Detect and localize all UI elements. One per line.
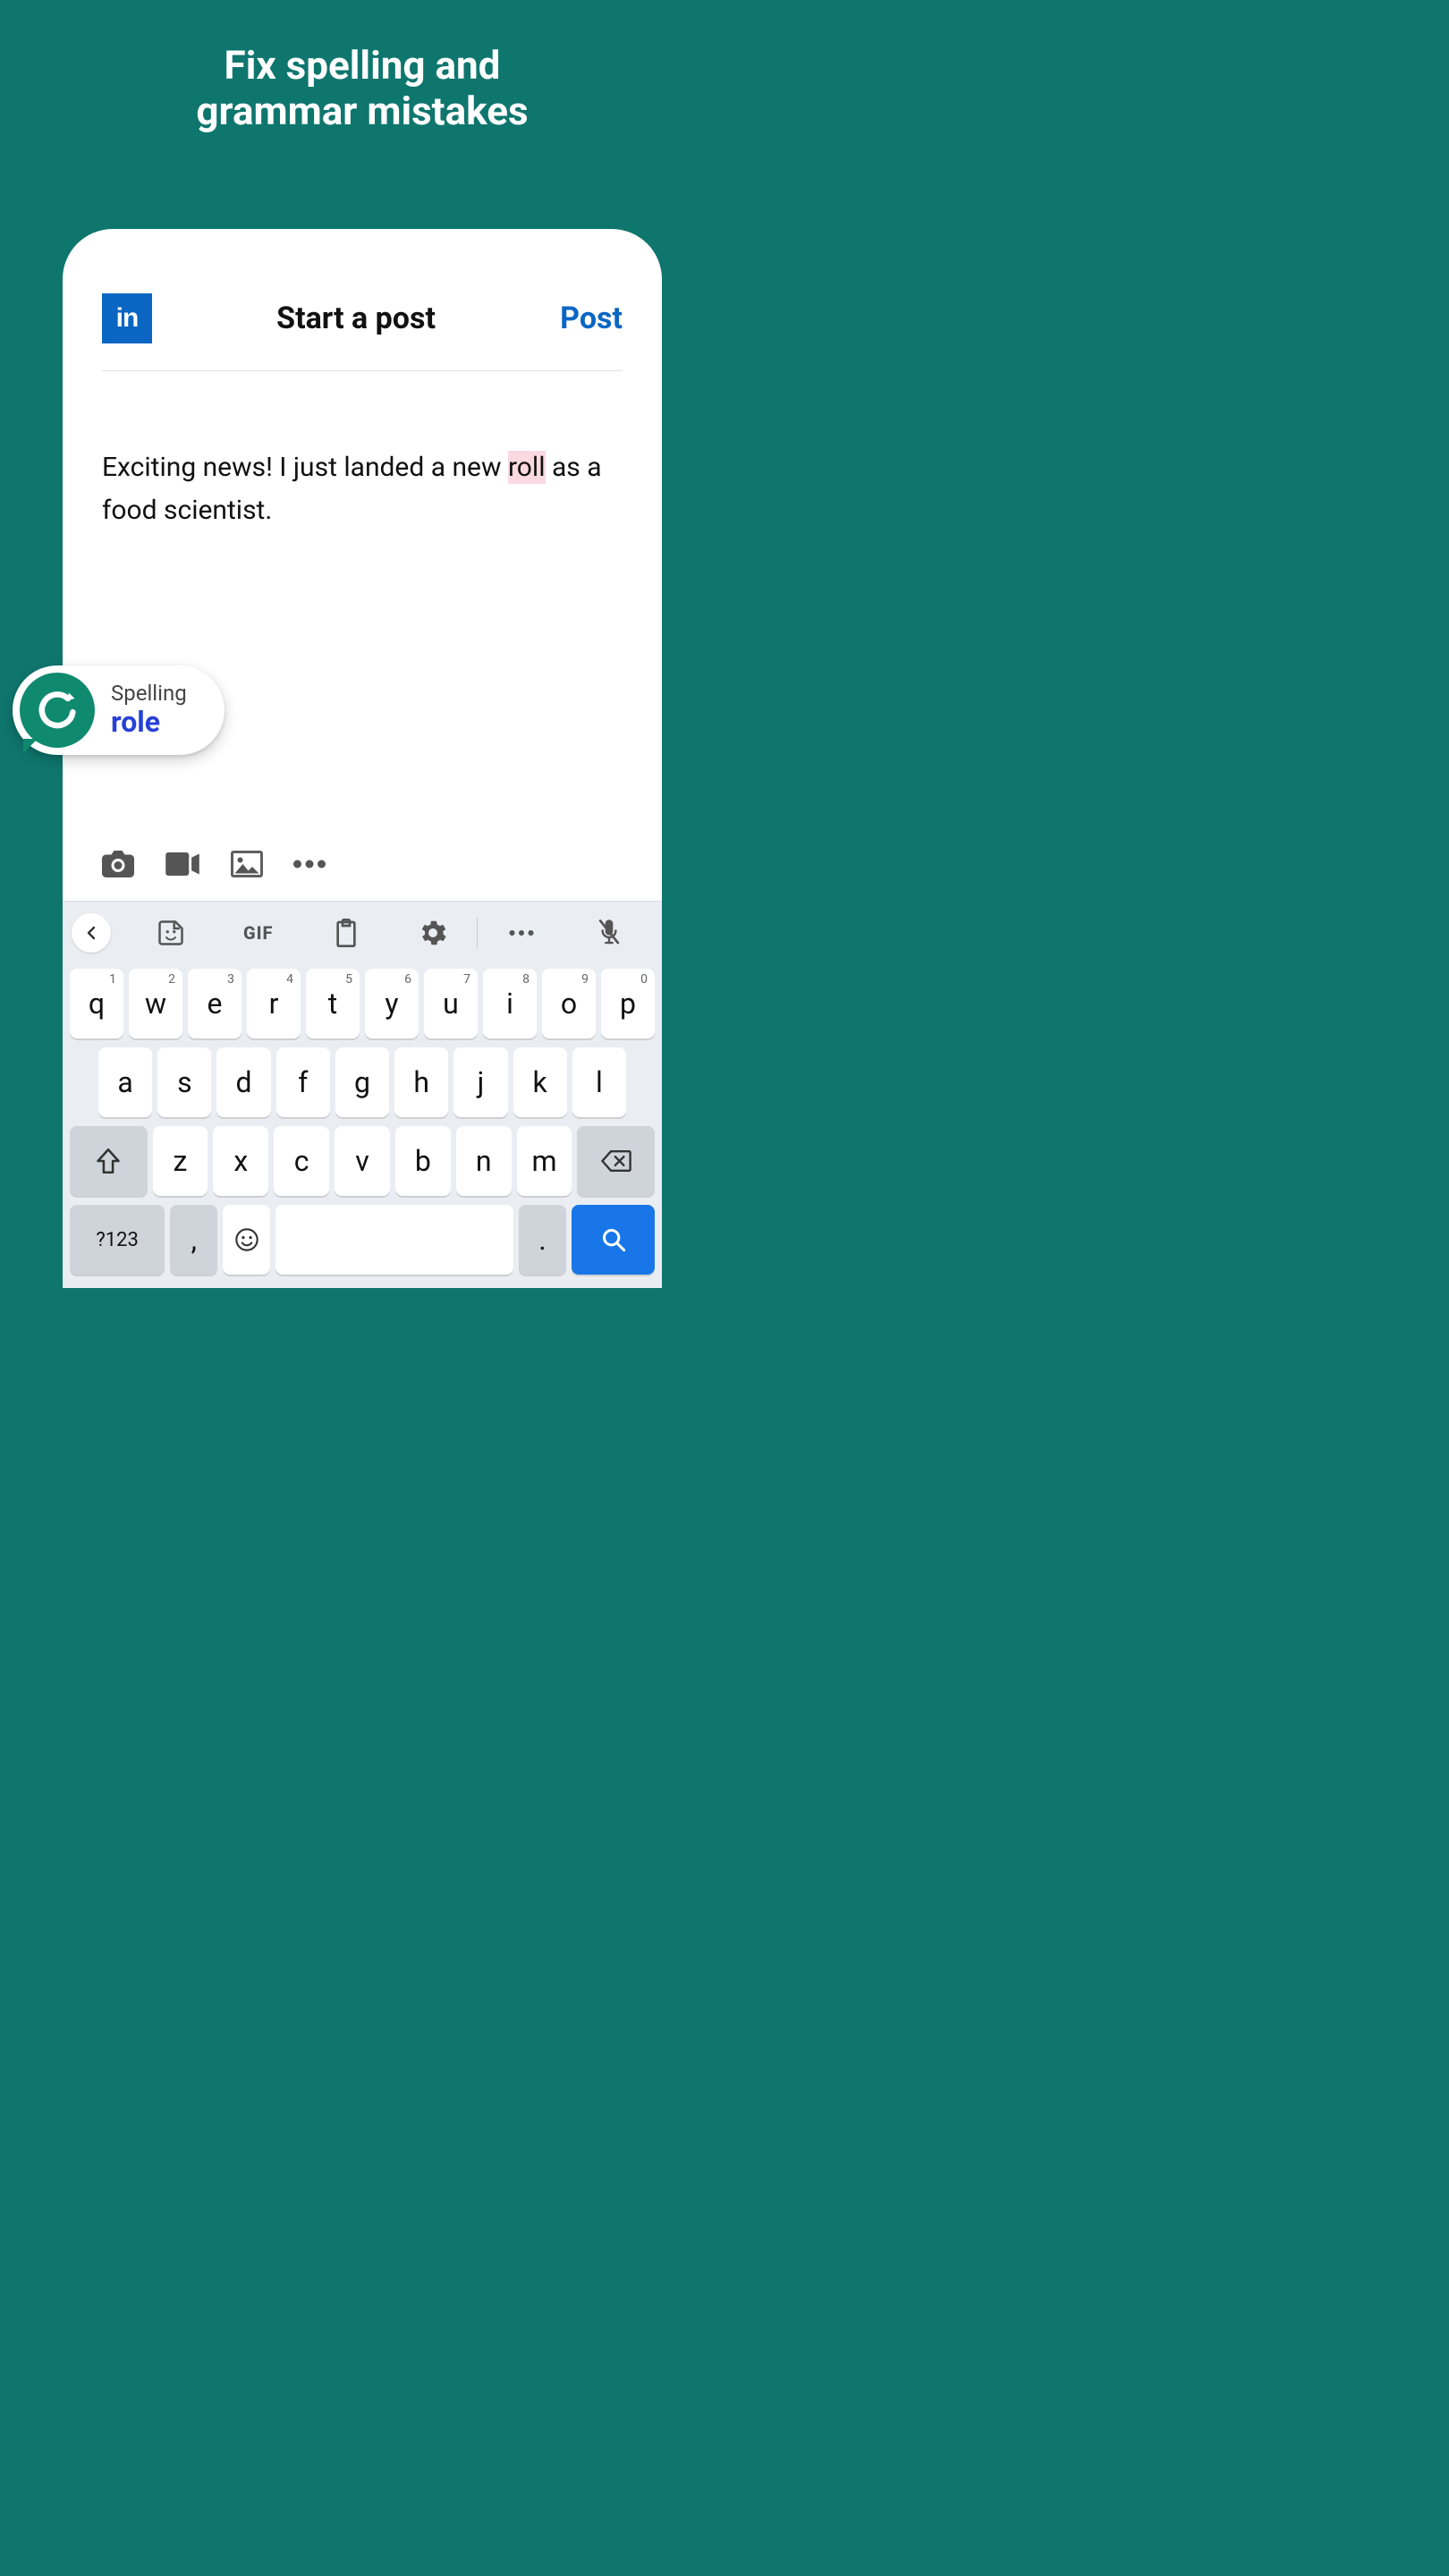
grammarly-icon [20,673,95,748]
phone-frame: in Start a post Post Exciting news! I ju… [63,229,662,1288]
period-key[interactable]: . [519,1205,566,1275]
keyboard-back-button[interactable] [72,913,111,953]
keyboard-row-1: q1w2e3r4t5y6u7i8o9p0 [63,964,662,1043]
keyboard: GIF q1w2e3r4t5y6u7i8o9p0 asdfghjkl zxcvb… [63,901,662,1288]
space-key[interactable] [275,1205,513,1275]
key-k[interactable]: k [513,1047,567,1117]
key-x[interactable]: x [213,1126,268,1196]
emoji-key[interactable] [223,1205,270,1275]
key-l[interactable]: l [572,1047,626,1117]
compose-actions-bar [102,851,623,901]
search-key[interactable] [572,1205,655,1275]
headline-line2: grammar mistakes [196,88,528,134]
suggestion-word: role [111,706,187,739]
camera-icon[interactable] [102,851,134,877]
key-j[interactable]: j [453,1047,507,1117]
clipboard-icon[interactable] [302,919,390,947]
post-text-area[interactable]: Exciting news! I just landed a new roll … [102,371,623,532]
key-s[interactable]: s [157,1047,211,1117]
comma-key[interactable]: , [170,1205,217,1275]
symbols-key[interactable]: ?123 [70,1205,165,1275]
gif-button[interactable]: GIF [215,922,302,944]
keyboard-toolbar: GIF [63,902,662,964]
post-title: Start a post [276,301,436,336]
key-w[interactable]: w2 [129,969,182,1038]
key-y[interactable]: y6 [365,969,419,1038]
key-t[interactable]: t5 [306,969,360,1038]
key-i[interactable]: i8 [483,969,537,1038]
shift-key[interactable] [70,1126,148,1196]
linkedin-icon-text: in [116,303,139,334]
key-o[interactable]: o9 [542,969,596,1038]
key-q[interactable]: q1 [70,969,123,1038]
video-icon[interactable] [165,852,200,876]
suggestion-label: Spelling [111,682,187,707]
key-g[interactable]: g [335,1047,389,1117]
keyboard-row-4: ?123 , . [63,1200,662,1279]
key-c[interactable]: c [274,1126,329,1196]
key-a[interactable]: a [98,1047,152,1117]
key-h[interactable]: h [394,1047,448,1117]
key-m[interactable]: m [517,1126,572,1196]
gear-icon[interactable] [389,919,477,946]
headline-line1: Fix spelling and [225,42,501,89]
key-p[interactable]: p0 [601,969,655,1038]
headline: Fix spelling and grammar mistakes [0,0,724,133]
key-v[interactable]: v [335,1126,390,1196]
post-header: in Start a post Post [102,293,623,371]
key-u[interactable]: u7 [424,969,478,1038]
suggestion-text: Spelling role [111,682,187,739]
app-content: in Start a post Post Exciting news! I ju… [63,229,662,901]
mic-off-icon[interactable] [565,919,653,947]
keyboard-row-2: asdfghjkl [63,1043,662,1122]
more-icon[interactable] [478,929,565,936]
key-n[interactable]: n [456,1126,512,1196]
key-f[interactable]: f [276,1047,330,1117]
post-text-before: Exciting news! I just landed a new [102,452,508,483]
key-e[interactable]: e3 [188,969,242,1038]
post-button[interactable]: Post [560,301,623,336]
key-d[interactable]: d [216,1047,270,1117]
key-b[interactable]: b [395,1126,451,1196]
key-z[interactable]: z [153,1126,208,1196]
keyboard-row-3: zxcvbnm [63,1122,662,1200]
backspace-key[interactable] [577,1126,655,1196]
image-icon[interactable] [231,851,263,877]
linkedin-icon: in [102,293,152,343]
grammarly-suggestion-chip[interactable]: Spelling role [13,665,225,755]
highlighted-word[interactable]: roll [508,451,546,484]
key-r[interactable]: r4 [247,969,301,1038]
more-icon[interactable] [293,860,326,869]
sticker-icon[interactable] [127,919,215,946]
